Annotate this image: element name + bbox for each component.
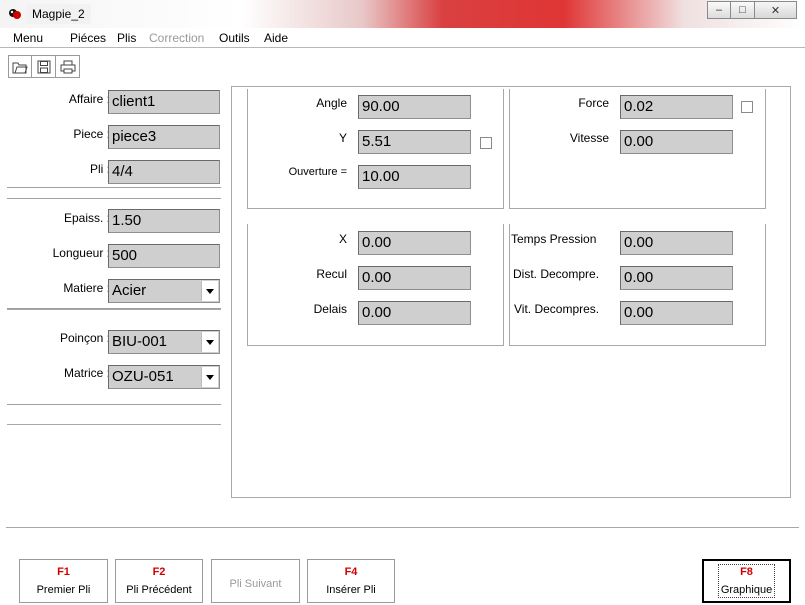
premier-pli-button[interactable]: F1 Premier Pli bbox=[19, 559, 108, 603]
vit-decompression-field[interactable]: 0.00 bbox=[620, 301, 733, 325]
y-label: Y bbox=[338, 131, 347, 145]
matrice-select[interactable]: OZU-051 bbox=[108, 365, 220, 389]
divider bbox=[247, 345, 504, 346]
ouverture-label: Ouverture = bbox=[288, 166, 347, 178]
y-field[interactable]: 5.51 bbox=[358, 130, 471, 154]
menu-bar: Menu Piéces Plis Correction Outils Aide bbox=[0, 28, 805, 48]
matiere-label: Matiere : bbox=[63, 281, 110, 295]
pli-label: Pli : bbox=[89, 162, 110, 176]
maximize-button[interactable]: □ bbox=[731, 1, 755, 19]
close-button[interactable]: ✕ bbox=[755, 1, 797, 19]
menu-pieces[interactable]: Piéces bbox=[70, 31, 106, 45]
divider bbox=[7, 309, 221, 310]
divider bbox=[509, 345, 766, 346]
divider bbox=[247, 224, 248, 346]
recul-label: Recul bbox=[316, 267, 347, 281]
graphique-label: Graphique bbox=[720, 584, 773, 596]
window-title: Magpie_2 bbox=[26, 4, 91, 24]
poincon-value: BIU-001 bbox=[112, 333, 168, 350]
divider bbox=[503, 89, 504, 208]
poincon-select[interactable]: BIU-001 bbox=[108, 330, 220, 354]
inserer-pli-label: Insérer Pli bbox=[326, 584, 376, 596]
menu-aide[interactable]: Aide bbox=[264, 31, 288, 45]
pli-precedent-button[interactable]: F2 Pli Précédent bbox=[115, 559, 203, 603]
f2-key-label: F2 bbox=[152, 566, 166, 578]
part-info-group: Affaire : client1 Piece : piece3 Pli : 4… bbox=[7, 80, 221, 188]
recul-field[interactable]: 0.00 bbox=[358, 266, 471, 290]
menu-menu[interactable]: Menu bbox=[13, 31, 43, 45]
open-folder-icon[interactable] bbox=[8, 55, 32, 78]
menu-correction[interactable]: Correction bbox=[149, 31, 204, 45]
force-field[interactable]: 0.02 bbox=[620, 95, 733, 119]
affaire-field[interactable]: client1 bbox=[108, 90, 220, 114]
pli-precedent-label: Pli Précédent bbox=[126, 584, 192, 596]
graphique-focus: F8 Graphique bbox=[717, 564, 776, 598]
title-bar: Magpie_2 – □ ✕ bbox=[0, 0, 805, 28]
divider bbox=[509, 89, 510, 208]
angle-field[interactable]: 90.00 bbox=[358, 95, 471, 119]
divider bbox=[509, 208, 766, 209]
force-label: Force bbox=[578, 96, 609, 110]
divider bbox=[247, 208, 504, 209]
matrice-value: OZU-051 bbox=[112, 368, 174, 385]
epaisseur-label: Epaiss. : bbox=[63, 211, 110, 225]
matrice-label: Matrice : bbox=[63, 366, 110, 380]
minimize-button[interactable]: – bbox=[707, 1, 731, 19]
chevron-down-icon[interactable] bbox=[201, 332, 218, 352]
longueur-label: Longueur : bbox=[52, 246, 110, 260]
dist-decompression-field[interactable]: 0.00 bbox=[620, 266, 733, 290]
dist-decompression-label: Dist. Decompre. bbox=[513, 267, 600, 281]
delais-label: Delais bbox=[313, 302, 347, 316]
vitesse-field[interactable]: 0.00 bbox=[620, 130, 733, 154]
matiere-value: Acier bbox=[112, 282, 147, 299]
epaisseur-field[interactable]: 1.50 bbox=[108, 209, 220, 233]
vit-decompression-label: Vit. Decompres. bbox=[514, 302, 600, 316]
window-controls: – □ ✕ bbox=[707, 1, 797, 19]
toolbar bbox=[8, 55, 80, 78]
save-icon[interactable] bbox=[32, 55, 56, 78]
force-checkbox[interactable] bbox=[741, 101, 753, 113]
divider bbox=[765, 89, 766, 208]
ouverture-field[interactable]: 10.00 bbox=[358, 165, 471, 189]
f1-key-label: F1 bbox=[57, 566, 70, 578]
divider bbox=[247, 89, 248, 208]
delais-field[interactable]: 0.00 bbox=[358, 301, 471, 325]
menu-plis[interactable]: Plis bbox=[117, 31, 136, 45]
chevron-down-icon[interactable] bbox=[201, 367, 218, 387]
magpie-app-icon bbox=[9, 9, 21, 19]
piece-label: Piece : bbox=[73, 127, 110, 141]
menu-outils[interactable]: Outils bbox=[219, 31, 250, 45]
matiere-select[interactable]: Acier bbox=[108, 279, 220, 303]
divider bbox=[7, 424, 221, 425]
poincon-label: Poinçon : bbox=[59, 331, 110, 345]
divider bbox=[765, 224, 766, 346]
f4-key-label: F4 bbox=[344, 566, 358, 578]
graphique-button[interactable]: F8 Graphique bbox=[702, 559, 791, 603]
divider bbox=[503, 224, 504, 346]
pli-suivant-button[interactable]: Pli Suivant bbox=[211, 559, 300, 603]
divider bbox=[509, 224, 510, 346]
piece-field[interactable]: piece3 bbox=[108, 125, 220, 149]
temps-pression-field[interactable]: 0.00 bbox=[620, 231, 733, 255]
material-group: Epaiss. : 1.50 Longueur : 500 Matiere : … bbox=[7, 198, 221, 309]
x-label: X bbox=[338, 232, 347, 246]
pli-field[interactable]: 4/4 bbox=[108, 160, 220, 184]
premier-pli-label: Premier Pli bbox=[36, 584, 91, 596]
y-checkbox[interactable] bbox=[480, 137, 492, 149]
chevron-down-icon[interactable] bbox=[201, 281, 218, 301]
print-icon[interactable] bbox=[56, 55, 80, 78]
affaire-label: Affaire : bbox=[68, 92, 110, 106]
status-separator bbox=[6, 527, 799, 528]
longueur-field[interactable]: 500 bbox=[108, 244, 220, 268]
x-field[interactable]: 0.00 bbox=[358, 231, 471, 255]
f8-key-label: F8 bbox=[740, 566, 753, 578]
inserer-pli-button[interactable]: F4 Insérer Pli bbox=[307, 559, 395, 603]
vitesse-label: Vitesse bbox=[569, 131, 609, 145]
angle-label: Angle bbox=[316, 96, 347, 110]
temps-pression-label: Temps Pression bbox=[511, 232, 597, 246]
tooling-group: Poinçon : BIU-001 Matrice : OZU-051 bbox=[7, 319, 221, 405]
pli-suivant-label: Pli Suivant bbox=[229, 578, 282, 590]
